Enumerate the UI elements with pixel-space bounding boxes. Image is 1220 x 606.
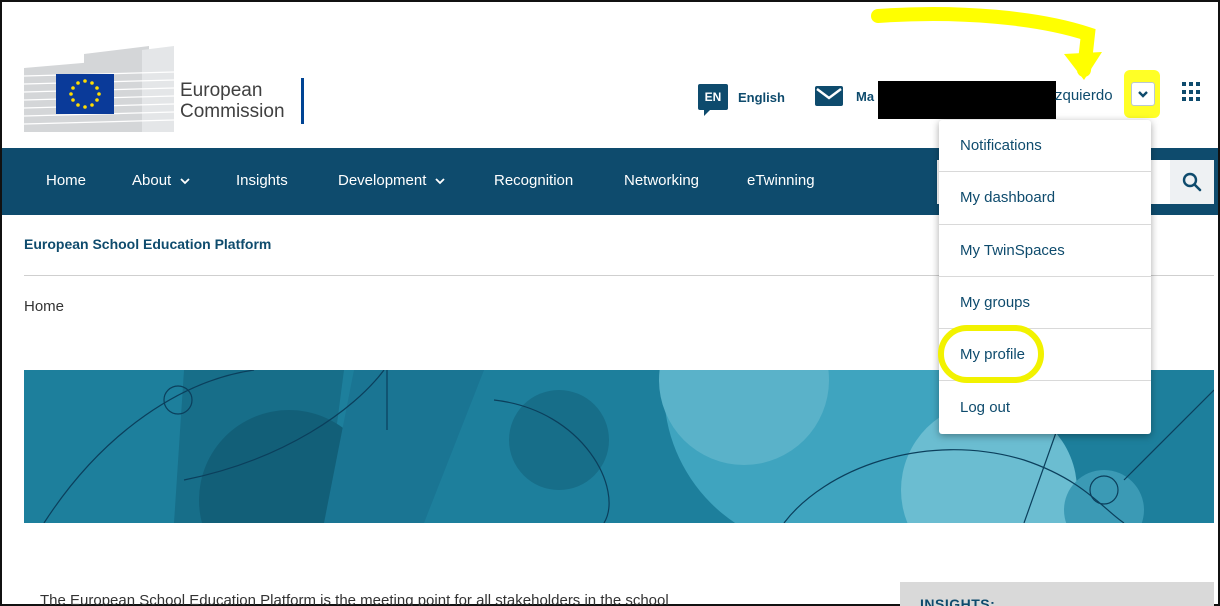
messages-label[interactable]: Ma <box>856 89 874 104</box>
site-title[interactable]: European School Education Platform <box>24 236 271 252</box>
menu-item-notifications[interactable]: Notifications <box>939 120 1151 173</box>
menu-item-label: My TwinSpaces <box>960 241 1065 259</box>
chevron-down-icon <box>435 177 446 184</box>
user-menu-toggle[interactable] <box>1131 82 1155 106</box>
nav-item-home[interactable]: Home <box>46 172 86 189</box>
nav-label: Networking <box>624 172 700 189</box>
menu-item-my-dashboard[interactable]: My dashboard <box>939 172 1151 225</box>
european-commission-logo[interactable]: European Commission <box>24 42 314 132</box>
user-menu-dropdown: Notifications My dashboard My TwinSpaces… <box>939 120 1151 434</box>
search-icon <box>1182 172 1202 192</box>
intro-text: The European School Education Platform i… <box>40 592 669 606</box>
nav-item-etwinning[interactable]: eTwinning <box>747 172 815 189</box>
nav-label: Recognition <box>494 172 574 189</box>
nav-label: Home <box>46 172 87 189</box>
insights-card: INSIGHTS: <box>900 582 1214 606</box>
nav-item-recognition[interactable]: Recognition <box>494 172 573 189</box>
nav-label: Development <box>338 172 427 189</box>
chevron-down-icon <box>180 177 190 184</box>
nav-item-networking[interactable]: Networking <box>624 172 699 189</box>
nav-item-about[interactable]: About <box>132 172 191 189</box>
language-badge: EN <box>698 84 728 116</box>
breadcrumb[interactable]: Home <box>24 298 64 315</box>
envelope-icon[interactable] <box>814 84 844 108</box>
logo-text: European Commission <box>180 80 285 122</box>
chevron-down-icon <box>1138 91 1148 98</box>
user-name[interactable]: zquierdo <box>1055 87 1113 104</box>
logo-divider <box>301 78 304 124</box>
nav-label: Insights <box>236 172 288 189</box>
search-button[interactable] <box>1170 160 1214 204</box>
insights-title: INSIGHTS: <box>920 596 996 606</box>
grid-icon[interactable] <box>1182 82 1202 102</box>
nav-item-development[interactable]: Development <box>338 172 446 189</box>
commission-building-icon <box>24 46 174 132</box>
language-selector[interactable]: EN English <box>698 84 785 116</box>
menu-item-label: Notifications <box>960 137 1042 155</box>
nav-label: About <box>132 172 172 189</box>
menu-item-my-groups[interactable]: My groups <box>939 277 1151 330</box>
nav-label: eTwinning <box>747 172 815 189</box>
menu-item-label: My groups <box>960 294 1031 312</box>
logo-text-line2: Commission <box>180 101 285 122</box>
redaction-block <box>878 81 1056 119</box>
menu-item-label: Log out <box>960 399 1011 417</box>
menu-item-my-twinspaces[interactable]: My TwinSpaces <box>939 225 1151 277</box>
arrow-annotation <box>871 7 1102 80</box>
menu-item-label: My dashboard <box>960 189 1056 207</box>
logo-text-line1: European <box>180 80 263 101</box>
highlight-annotation <box>938 325 1044 383</box>
nav-item-insights[interactable]: Insights <box>236 172 288 189</box>
menu-item-log-out[interactable]: Log out <box>939 381 1151 433</box>
language-label: English <box>738 89 785 105</box>
